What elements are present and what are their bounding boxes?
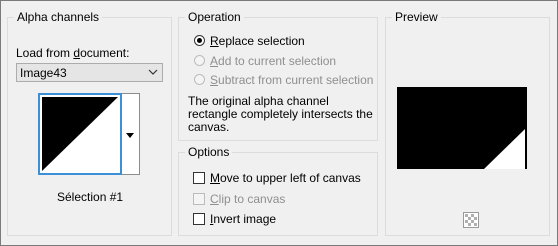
invert-image-label[interactable]: Invert image	[210, 212, 276, 226]
alpha-channels-title: Alpha channels	[14, 10, 103, 24]
move-to-upper-left-checkbox[interactable]	[193, 172, 205, 184]
chevron-down-icon	[148, 69, 158, 75]
add-to-selection-label[interactable]: Add to current selection	[210, 54, 336, 68]
operation-note-line-1: The original alpha channel	[188, 94, 329, 108]
dropdown-triangle-icon	[126, 133, 134, 138]
alpha-channel-thumbnail[interactable]	[38, 93, 122, 175]
preview-title: Preview	[392, 10, 441, 24]
document-select-value: Image43	[20, 66, 67, 80]
replace-selection-label[interactable]: Replace selection	[210, 34, 305, 48]
operation-note-line-3: canvas.	[188, 120, 230, 134]
clip-to-canvas-checkbox[interactable]	[193, 193, 205, 205]
invert-image-checkbox[interactable]	[193, 213, 205, 225]
add-to-selection-radio[interactable]	[194, 55, 205, 66]
operation-note-line-2: rectangle completely intersects the	[188, 107, 373, 121]
preview-canvas	[397, 87, 527, 169]
thumbnail-dropdown-button[interactable]	[122, 93, 140, 175]
options-title: Options	[185, 145, 233, 159]
operation-title: Operation	[185, 10, 244, 24]
alpha-thumbnail-image	[42, 97, 118, 171]
preview-image	[397, 87, 527, 169]
move-to-upper-left-label[interactable]: Move to upper left of canvas	[210, 171, 361, 185]
subtract-from-selection-radio[interactable]	[194, 74, 205, 85]
load-from-document-label: Load from document:	[16, 46, 130, 60]
subtract-from-selection-label[interactable]: Subtract from current selection	[210, 73, 373, 87]
selection-name: Sélection #1	[57, 190, 124, 204]
clip-to-canvas-label[interactable]: Clip to canvas	[210, 192, 285, 206]
replace-selection-radio[interactable]	[194, 35, 205, 46]
document-select[interactable]: Image43	[16, 63, 163, 82]
radio-dot	[197, 38, 202, 43]
checkerboard-icon[interactable]	[463, 212, 479, 228]
